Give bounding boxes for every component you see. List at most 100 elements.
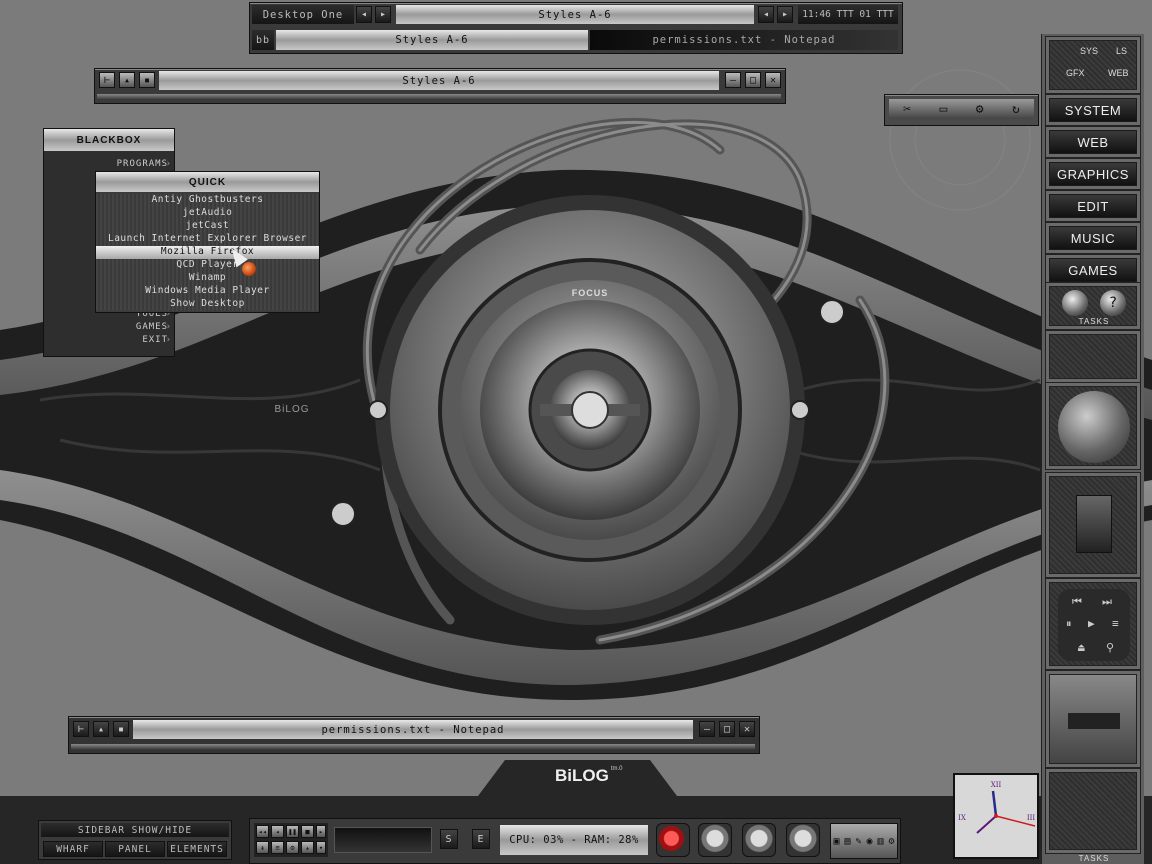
sidebar-web-button[interactable]: WEB	[1049, 130, 1137, 154]
elements-button[interactable]: ELEMENTS	[167, 841, 227, 857]
disc-icon[interactable]	[698, 823, 732, 857]
media-display	[334, 827, 432, 853]
styles-window-handle[interactable]	[97, 94, 781, 100]
list-icon[interactable]: ≡	[271, 841, 284, 854]
small-logo-text: BiLOG	[274, 403, 310, 415]
quick-menu-item[interactable]: jetCast	[96, 220, 319, 233]
quadrant-web-label[interactable]: WEB	[1108, 68, 1129, 78]
gear-icon[interactable]: ⚙	[286, 841, 299, 854]
notepad-window-handle[interactable]	[71, 744, 755, 750]
maximize-button[interactable]: □	[745, 72, 761, 88]
pause-icon[interactable]: ⏸	[1066, 617, 1072, 631]
tasks-orb-icon[interactable]	[1062, 290, 1088, 316]
up-icon[interactable]: ▴	[301, 841, 314, 854]
svg-text:IX: IX	[958, 814, 966, 822]
right-sidebar: SYS LS GFX WEB SYSTEM WEB GRAPHICS EDIT …	[1041, 34, 1144, 864]
prev-track-icon[interactable]: ⏮	[1072, 595, 1082, 609]
sidebar-show-hide-title[interactable]: SIDEBAR SHOW/HIDE	[41, 823, 229, 837]
window-next-button[interactable]: ▸	[777, 6, 793, 23]
submenu-arrow-icon: ›	[165, 322, 172, 332]
top-icon[interactable]: ⇞	[256, 841, 269, 854]
quick-menu-item[interactable]: jetAudio	[96, 207, 319, 220]
minimize-button[interactable]: –	[725, 72, 741, 88]
tray-monitor-icon[interactable]: ▭	[939, 102, 947, 117]
tray-tool-icon[interactable]: ✂	[903, 102, 911, 117]
quadrant-gfx-label[interactable]: GFX	[1066, 68, 1085, 78]
e-button[interactable]: E	[472, 829, 490, 849]
stop-icon[interactable]: ■	[301, 825, 314, 838]
record-icon[interactable]	[656, 823, 690, 857]
sidebar-games-button[interactable]: GAMES	[1049, 258, 1137, 282]
tray-disk-icon[interactable]: ◉	[866, 836, 872, 847]
tray-computer-icon[interactable]: ▣	[833, 836, 839, 847]
bilog-logo-sup: tm.0	[610, 766, 623, 772]
tray-network-icon[interactable]: ⚙	[976, 102, 984, 117]
sticky-button[interactable]: ▪	[113, 721, 129, 737]
window-prev-button[interactable]: ◂	[758, 6, 774, 23]
quick-menu-item[interactable]: Launch Internet Explorer Browser	[96, 233, 319, 246]
quadrant-ls-label[interactable]: LS	[1116, 46, 1127, 56]
pause-icon[interactable]: ❚❚	[286, 825, 299, 838]
play-icon[interactable]: ▶	[1088, 617, 1095, 630]
styles-window: ⊢ ▴ ▪ Styles A-6 – □ ✕	[94, 68, 786, 104]
quadrant-sys-label[interactable]: SYS	[1080, 46, 1098, 56]
window-menu-button[interactable]: ⊢	[99, 72, 115, 88]
eject-icon[interactable]: ⏏	[1078, 641, 1085, 654]
help-icon[interactable]: ?	[1100, 290, 1126, 316]
quick-menu-item[interactable]: QCD Player	[96, 259, 319, 272]
rewind-icon[interactable]: ◂◂	[256, 825, 269, 838]
quick-menu-item[interactable]: Show Desktop	[96, 298, 319, 311]
shade-button[interactable]: ▴	[93, 721, 109, 737]
document-icon[interactable]	[1076, 495, 1112, 553]
sidebar-document-panel	[1049, 476, 1137, 574]
maximize-button[interactable]: □	[719, 721, 735, 737]
panel-button[interactable]: PANEL	[105, 841, 165, 857]
sticky-button[interactable]: ▪	[139, 72, 155, 88]
tray-tools-icon[interactable]: ✎	[855, 836, 861, 847]
search-icon[interactable]: ⚲	[1106, 641, 1114, 654]
blackbox-menu-item[interactable]: GAMES ›	[44, 322, 171, 335]
blackbox-toolbar: Desktop One ◂ ▸ Styles A-6 ◂ ▸ 11:46 TTT…	[249, 2, 903, 54]
close-button[interactable]: ✕	[739, 721, 755, 737]
quick-menu-item[interactable]: Windows Media Player	[96, 285, 319, 298]
down-icon[interactable]: ▾	[316, 841, 326, 854]
sidebar-emblem-icon[interactable]	[1058, 391, 1130, 463]
quick-menu-item[interactable]: Mozilla Firefox	[96, 246, 319, 259]
playlist-icon[interactable]: ≡	[1112, 617, 1119, 630]
iconbar-short-label[interactable]: bb	[252, 30, 274, 50]
close-button[interactable]: ✕	[765, 72, 781, 88]
sidebar-graphics-button[interactable]: GRAPHICS	[1049, 162, 1137, 186]
window-menu-button[interactable]: ⊢	[73, 721, 89, 737]
s-button[interactable]: S	[440, 829, 458, 849]
sidebar-system-button[interactable]: SYSTEM	[1049, 98, 1137, 122]
workspace-next-button[interactable]: ▸	[375, 6, 391, 23]
quick-menu-item[interactable]: Antiy Ghostbusters	[96, 194, 319, 207]
wharf-button[interactable]: WHARF	[43, 841, 103, 857]
workspace-label[interactable]: Desktop One	[252, 5, 354, 24]
next-track-icon[interactable]: ⏭	[1102, 595, 1112, 609]
iconbar-task-styles[interactable]: Styles A-6	[276, 30, 588, 50]
tray-settings-icon[interactable]: ⚙	[888, 836, 894, 847]
shade-button[interactable]: ▴	[119, 72, 135, 88]
notepad-window-title[interactable]: permissions.txt - Notepad	[133, 720, 693, 739]
workspace-prev-button[interactable]: ◂	[356, 6, 372, 23]
bilog-logo: BiLOG tm.0	[555, 766, 635, 788]
sidebar-edit-button[interactable]: EDIT	[1049, 194, 1137, 218]
quick-menu-item[interactable]: Winamp	[96, 272, 319, 285]
styles-window-title[interactable]: Styles A-6	[159, 71, 719, 90]
sidebar-quadrant: SYS LS GFX WEB	[1049, 40, 1137, 90]
tray-folder-icon[interactable]: ▥	[877, 836, 883, 847]
notepad-window: ⊢ ▴ ▪ permissions.txt - Notepad – □ ✕	[68, 716, 760, 754]
forward-icon[interactable]: ▸	[316, 825, 326, 838]
globe-icon[interactable]	[786, 823, 820, 857]
svg-text:XII: XII	[991, 781, 1002, 789]
back-icon[interactable]: ◂	[271, 825, 284, 838]
blackbox-menu-item[interactable]: EXIT ›	[44, 335, 171, 348]
iconbar-task-notepad[interactable]: permissions.txt - Notepad	[590, 30, 898, 50]
media-icon[interactable]	[742, 823, 776, 857]
sidebar-music-button[interactable]: MUSIC	[1049, 226, 1137, 250]
tray-refresh-icon[interactable]: ↻	[1012, 102, 1020, 117]
tray-window-icon[interactable]: ▤	[844, 836, 850, 847]
minimize-button[interactable]: –	[699, 721, 715, 737]
toolbar-window-title[interactable]: Styles A-6	[396, 5, 754, 24]
